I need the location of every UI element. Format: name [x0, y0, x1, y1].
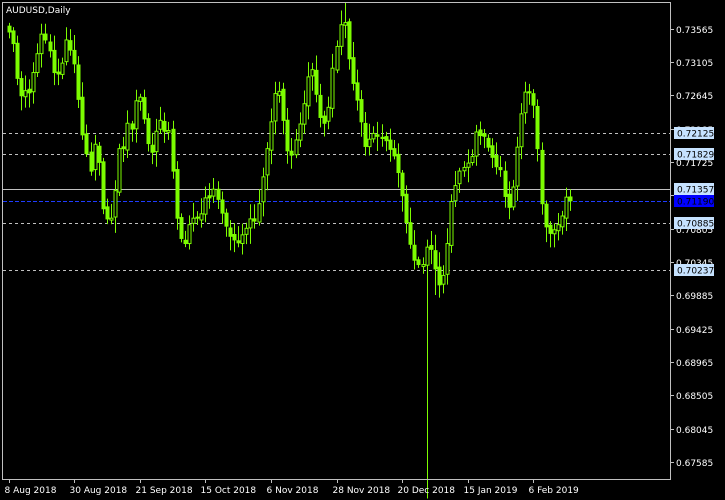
candle-23: [101, 157, 106, 215]
level-price-label-3[interactable]: 0.70885: [674, 217, 714, 230]
price-tick-label: 0.68045: [676, 426, 713, 436]
time-tick-label: 15 Oct 2018: [201, 486, 257, 496]
svg-text:0.71190: 0.71190: [677, 198, 714, 208]
candle-130: [540, 142, 545, 215]
candle-108: [449, 194, 454, 253]
time-tick-label: 30 Aug 2018: [70, 486, 128, 496]
current-price-label[interactable]: 0.71190: [674, 195, 714, 208]
time-tick-label: 6 Feb 2019: [529, 486, 580, 496]
chart-background: [0, 0, 725, 500]
symbol-title: AUDUSD,Daily: [6, 6, 71, 16]
svg-text:0.70237: 0.70237: [677, 267, 714, 277]
price-tick-label: 0.71725: [676, 159, 713, 169]
time-tick-label: 6 Nov 2018: [267, 486, 319, 496]
candle-27: [117, 143, 122, 196]
time-tick-label: 8 Aug 2018: [5, 486, 57, 496]
level-price-label-0[interactable]: 0.72125: [674, 127, 714, 140]
candle-42: [179, 213, 184, 243]
price-tick-label: 0.69425: [676, 326, 713, 336]
price-tick-label: 0.73565: [676, 26, 713, 36]
time-tick-label: 28 Nov 2018: [333, 486, 391, 496]
price-tick-label: 0.73105: [676, 59, 713, 69]
svg-text:0.71357: 0.71357: [677, 186, 714, 196]
svg-text:0.70885: 0.70885: [677, 220, 714, 230]
price-tick-label: 0.72645: [676, 92, 713, 102]
time-tick-label: 15 Jan 2019: [464, 486, 518, 496]
svg-text:0.71829: 0.71829: [677, 151, 714, 161]
level-price-label-4[interactable]: 0.70237: [674, 264, 714, 277]
svg-text:0.72125: 0.72125: [677, 130, 714, 140]
level-price-label-2[interactable]: 0.71357: [674, 183, 714, 196]
level-price-label-1[interactable]: 0.71829: [674, 148, 714, 161]
price-chart[interactable]: 0.735650.731050.726450.721850.717250.712…: [0, 0, 725, 500]
time-tick-label: 20 Dec 2018: [398, 486, 456, 496]
price-tick-label: 0.67585: [676, 459, 713, 469]
price-tick-label: 0.69885: [676, 292, 713, 302]
candle-2: [15, 35, 20, 86]
time-tick-label: 21 Sep 2018: [136, 486, 193, 496]
price-tick-label: 0.68505: [676, 392, 713, 402]
price-tick-label: 0.68965: [676, 359, 713, 369]
candle-40: [171, 120, 176, 179]
